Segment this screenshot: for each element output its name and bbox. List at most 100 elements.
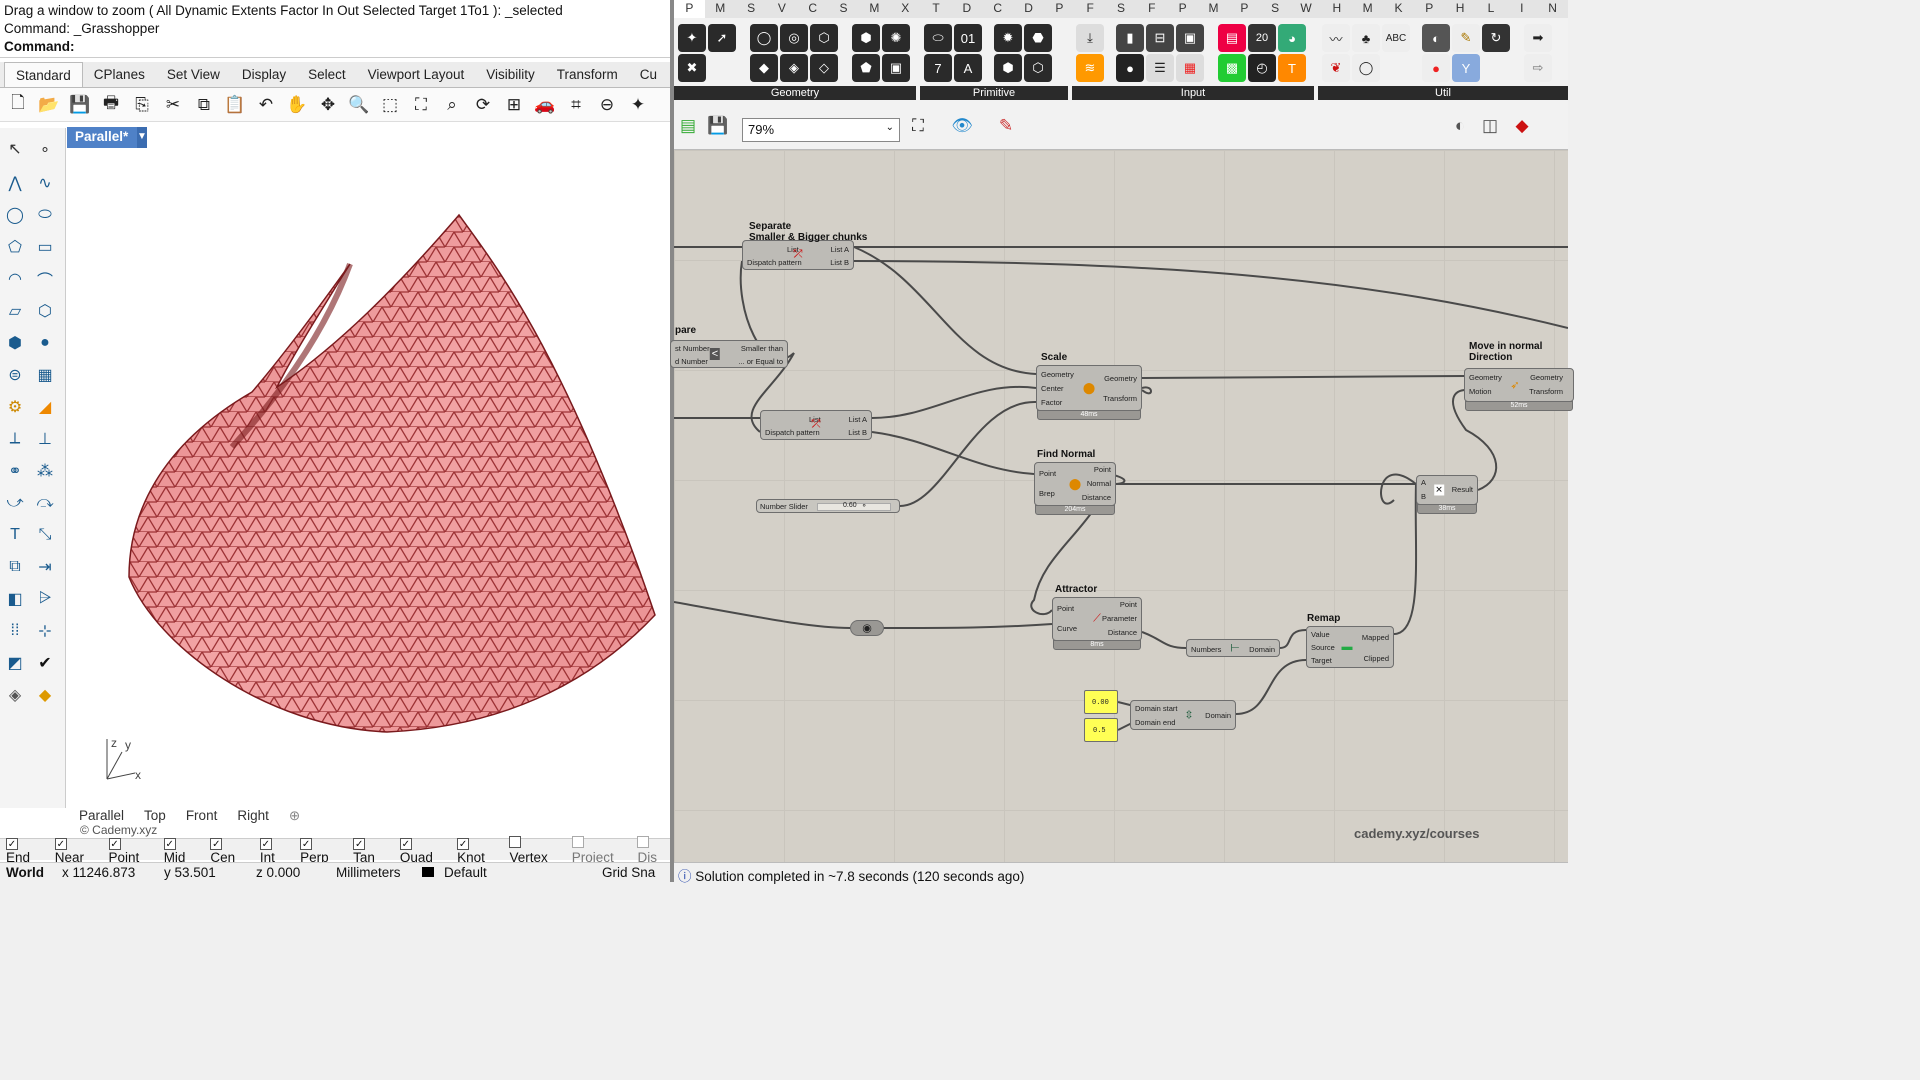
sphere-param-icon[interactable]: ✺ <box>882 24 910 52</box>
undo-icon[interactable]: ↶ <box>254 93 278 117</box>
osnap-knot[interactable]: ✓Knot <box>457 834 497 865</box>
gh-tab[interactable]: P <box>1229 0 1260 18</box>
time-param-icon[interactable]: ⬡ <box>1024 54 1052 82</box>
osnap-point[interactable]: ✓Point <box>108 834 152 865</box>
grid-icon[interactable]: ⌗ <box>564 93 588 117</box>
gh-tab[interactable]: M <box>1352 0 1383 18</box>
vector-icon[interactable]: ✦ <box>678 24 706 52</box>
integer-param-icon[interactable]: 01 <box>954 24 982 52</box>
gh-tab[interactable]: P <box>674 0 705 18</box>
loop-icon[interactable]: ↻ <box>1482 24 1510 52</box>
gh-canvas[interactable]: Separate Smaller & Bigger chunks List Di… <box>670 150 1574 862</box>
port-out[interactable]: Domain <box>1249 645 1275 654</box>
node-scale[interactable]: Scale Geometry Center Factor Geometry Tr… <box>1036 352 1142 420</box>
generic-param-icon[interactable]: ⬣ <box>1024 24 1052 52</box>
node-multiplication[interactable]: A B Result ✕ 38ms <box>1416 475 1478 514</box>
graph-mapper-icon[interactable]: ≋ <box>1076 54 1104 82</box>
port-out[interactable]: Point <box>1120 600 1137 609</box>
mesh-param-icon[interactable]: ◆ <box>750 54 778 82</box>
scale-icon[interactable]: ⤡ <box>32 522 58 548</box>
port-in[interactable]: Center <box>1041 384 1064 393</box>
twisted-box-icon[interactable]: ◈ <box>780 54 808 82</box>
panel-icon[interactable]: ▣ <box>1176 24 1204 52</box>
split-icon[interactable]: ⊥ <box>32 426 58 452</box>
port-in[interactable]: Source <box>1311 643 1335 652</box>
print-icon[interactable]: 🖶 <box>99 93 123 117</box>
surface-icon[interactable]: ▱ <box>2 298 28 324</box>
array-icon[interactable]: ⁞⁞ <box>2 618 28 644</box>
osnap-quad[interactable]: ✓Quad <box>399 834 445 865</box>
tree-icon[interactable]: ♣ <box>1352 24 1380 52</box>
tab-curve-tools[interactable]: Cu <box>629 62 668 87</box>
point-icon[interactable]: ∘ <box>32 136 58 162</box>
group-label-util[interactable]: Util <box>1318 86 1568 100</box>
field-icon[interactable]: ◇ <box>810 54 838 82</box>
align-icon[interactable]: ⇥ <box>32 554 58 580</box>
gh-tab[interactable]: P <box>1414 0 1445 18</box>
tab-display[interactable]: Display <box>231 62 297 87</box>
tab-select[interactable]: Select <box>297 62 357 87</box>
cplane-world[interactable]: World <box>0 863 56 882</box>
gh-tab[interactable]: C <box>797 0 828 18</box>
node-dispatch-separate[interactable]: Separate Smaller & Bigger chunks List Di… <box>742 221 867 270</box>
port-in[interactable]: Brep <box>1039 489 1055 498</box>
surface-param-icon[interactable]: ◎ <box>780 24 808 52</box>
sphere-icon[interactable]: ● <box>32 330 58 356</box>
gh-tab[interactable]: H <box>1321 0 1352 18</box>
osnap-icon[interactable]: ⊖ <box>595 93 619 117</box>
tab-transform[interactable]: Transform <box>546 62 629 87</box>
flag-icon[interactable]: Y <box>1452 54 1480 82</box>
gh-tab[interactable]: X <box>890 0 921 18</box>
slider-handle-icon[interactable]: ⚬ <box>861 501 867 510</box>
panel-start[interactable]: 0.00 <box>1084 690 1118 714</box>
save-icon[interactable]: 💾 <box>68 93 92 117</box>
tab-viewport-layout[interactable]: Viewport Layout <box>357 62 476 87</box>
port-in[interactable]: Numbers <box>1191 645 1221 654</box>
osnap-tan[interactable]: ✓Tan <box>353 834 388 865</box>
button-icon[interactable]: ● <box>1116 54 1144 82</box>
tab-standard[interactable]: Standard <box>4 62 83 87</box>
number-param-icon[interactable]: 7 <box>924 54 952 82</box>
boolean-icon[interactable]: ⚭ <box>2 458 28 484</box>
port-out[interactable]: List A <box>831 245 849 254</box>
gh-tab[interactable]: P <box>1044 0 1075 18</box>
port-out[interactable]: Point <box>1094 465 1111 474</box>
box-param-icon[interactable]: ⬢ <box>852 24 880 52</box>
light-icon[interactable]: ✦ <box>626 93 650 117</box>
osnap-cen[interactable]: ✓Cen <box>210 834 247 865</box>
open-file-icon[interactable]: 📂 <box>37 93 61 117</box>
gh-tab[interactable]: T <box>921 0 952 18</box>
offset-icon[interactable]: ⤻ <box>2 490 28 516</box>
polygon-icon[interactable]: ⬠ <box>2 234 28 260</box>
toggle-icon[interactable]: ▮ <box>1116 24 1144 52</box>
rotate-icon[interactable]: ⟳ <box>471 93 495 117</box>
render-icon[interactable]: ◈ <box>2 682 28 708</box>
open-folder-icon[interactable]: ▤ <box>676 114 700 138</box>
swatch-icon[interactable]: ▦ <box>1176 54 1204 82</box>
snap-icon[interactable]: ◢ <box>32 394 58 420</box>
galapagos-icon[interactable]: ◐ <box>1422 24 1450 52</box>
check-icon[interactable]: ✔ <box>32 650 58 676</box>
gh-tab[interactable]: I <box>1506 0 1537 18</box>
port-in[interactable]: Factor <box>1041 398 1062 407</box>
number-slider[interactable]: Number Slider 0.60 ⚬ <box>756 499 900 513</box>
zoom-selected-icon[interactable]: ⌕ <box>440 93 464 117</box>
gh-tab[interactable]: F <box>1136 0 1167 18</box>
gh-tab[interactable]: S <box>828 0 859 18</box>
gh-tab[interactable]: F <box>1075 0 1106 18</box>
curve-param-icon[interactable]: ➚ <box>708 24 736 52</box>
cut-icon[interactable]: ✂ <box>161 93 185 117</box>
slider-icon[interactable]: ⊟ <box>1146 24 1174 52</box>
loft-icon[interactable]: ⬡ <box>32 298 58 324</box>
port-in[interactable]: Domain end <box>1135 718 1175 727</box>
port-in[interactable]: d Number <box>675 357 708 366</box>
port-out[interactable]: Geometry <box>1104 374 1137 383</box>
gh-tab[interactable]: H <box>1445 0 1476 18</box>
zoom-extents-icon[interactable]: ⛶ <box>906 114 930 138</box>
port-in[interactable]: Geometry <box>1041 370 1074 379</box>
tab-visibility[interactable]: Visibility <box>475 62 546 87</box>
group-param-icon[interactable]: ▣ <box>882 54 910 82</box>
fillet-icon[interactable]: ⌒ <box>32 266 58 292</box>
gh-tab[interactable]: S <box>736 0 767 18</box>
mesh-surface[interactable]: z y x <box>67 127 670 807</box>
